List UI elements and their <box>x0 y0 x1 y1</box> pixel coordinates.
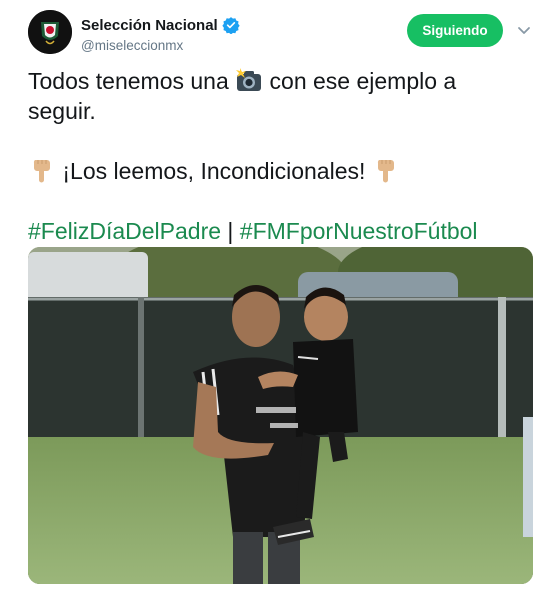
tweet-hashtags: #FelizDíaDelPadre | #FMFporNuestroFútbol <box>28 216 528 246</box>
avatar[interactable] <box>28 10 72 54</box>
following-button[interactable]: Siguiendo <box>407 14 503 47</box>
tweet-photo[interactable] <box>28 247 533 584</box>
chevron-down-icon[interactable] <box>516 22 532 38</box>
display-name[interactable]: Selección Nacional <box>81 17 218 34</box>
pointing-down-hand-icon <box>33 160 50 183</box>
tweet-text-segment: ¡Los leemos, Incondicionales! <box>62 158 366 184</box>
hashtag-fmf-por-nuestro-futbol[interactable]: #FMFporNuestroFútbol <box>240 218 478 244</box>
tweet-header: Selección Nacional @miseleccionmx Siguie… <box>28 10 538 56</box>
camera-flash-icon <box>236 68 262 91</box>
fmf-crest-icon <box>28 10 72 54</box>
hashtag-feliz-dia-del-padre[interactable]: #FelizDíaDelPadre <box>28 218 221 244</box>
photo-father-and-son-icon <box>28 247 533 584</box>
tweet-line-2: seguir. <box>28 98 96 124</box>
pointing-down-hand-icon <box>377 160 394 183</box>
tweet-line-3: ¡Los leemos, Incondicionales! <box>28 156 528 186</box>
tweet-text-segment: Todos tenemos una <box>28 68 229 94</box>
account-handle[interactable]: @miseleccionmx <box>81 38 183 53</box>
tweet-line-1: Todos tenemos una con ese ejemplo a <box>28 66 528 96</box>
tweet-text: Todos tenemos una con ese ejemplo a segu… <box>28 66 528 246</box>
hashtag-separator: | <box>227 218 234 244</box>
name-row: Selección Nacional <box>81 15 240 35</box>
verified-badge-icon <box>222 17 240 34</box>
tweet-text-segment: con ese ejemplo a <box>269 68 457 94</box>
